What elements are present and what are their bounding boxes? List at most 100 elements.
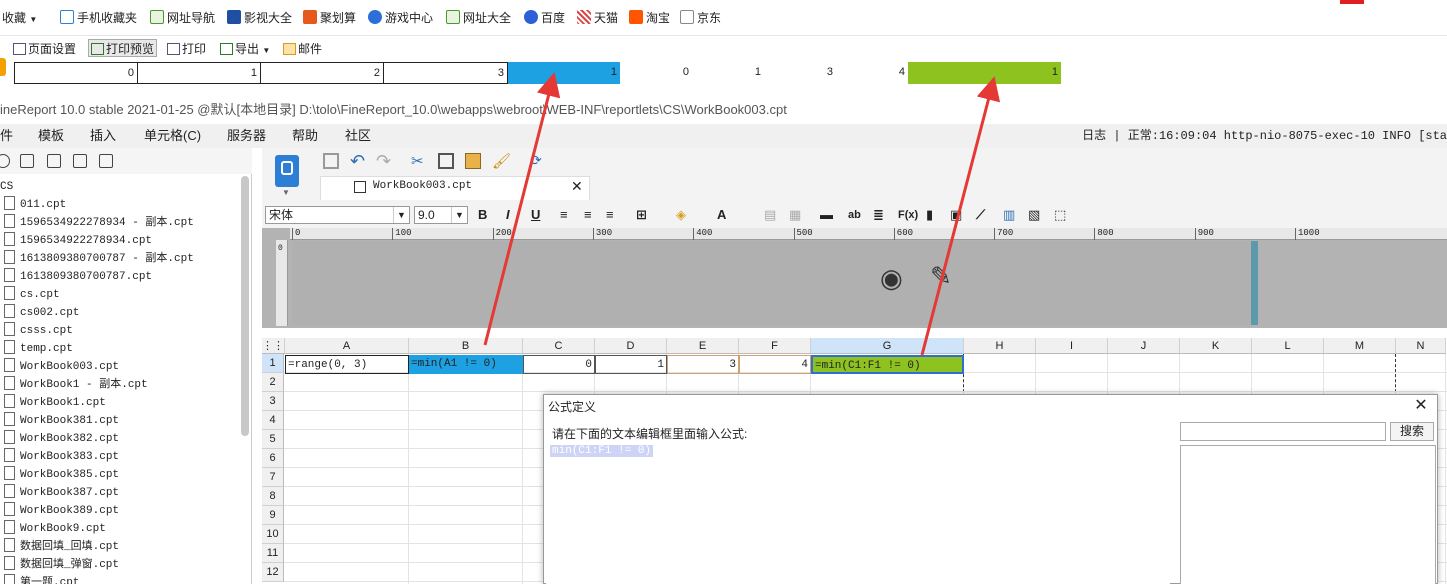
underline-icon[interactable]: U	[531, 207, 540, 223]
column-header[interactable]: E	[667, 338, 739, 354]
file-item[interactable]: 1596534922278934.cpt	[4, 232, 152, 250]
file-item[interactable]: cs.cpt	[4, 286, 60, 304]
cell-E1[interactable]: 3	[667, 355, 739, 374]
menu-template[interactable]: 模板	[38, 124, 64, 148]
cell-G1[interactable]: =min(C1:F1 != 0)	[811, 355, 964, 374]
mail-button[interactable]: 邮件	[283, 40, 322, 58]
menu-file[interactable]: 件	[0, 124, 13, 148]
paragraph-icon[interactable]: ≣	[873, 207, 884, 223]
search-button[interactable]: 搜索	[1390, 422, 1434, 441]
menu-community[interactable]: 社区	[345, 124, 371, 148]
close-icon[interactable]: ✕	[1411, 396, 1431, 416]
file-item[interactable]: WorkBook003.cpt	[4, 358, 119, 376]
file-item[interactable]: WorkBook1.cpt	[4, 394, 106, 412]
bookmark-jd[interactable]: 京东	[680, 9, 721, 27]
column-header[interactable]: C	[523, 338, 595, 354]
cut-icon[interactable]: ✂	[411, 152, 427, 170]
file-item[interactable]: WorkBook9.cpt	[4, 520, 106, 538]
font-family-select[interactable]: 宋体 ▼	[265, 206, 410, 224]
file-item[interactable]: temp.cpt	[4, 340, 73, 358]
bookmark-deal[interactable]: 聚划算	[303, 9, 356, 27]
refresh-icon[interactable]	[0, 154, 10, 168]
row-header[interactable]: 7	[262, 468, 284, 487]
column-header[interactable]: M	[1324, 338, 1396, 354]
row-header[interactable]: 10	[262, 525, 284, 544]
italic-icon[interactable]: I	[506, 207, 510, 223]
image-icon[interactable]: ▣	[950, 207, 962, 223]
formula-editor[interactable]: min(C1:F1 != 0)	[546, 443, 1170, 584]
bookmark-favorites[interactable]: 收藏 ▼	[2, 9, 37, 27]
select-all-corner[interactable]: ⋮⋮	[262, 338, 285, 354]
close-icon[interactable]: ✕	[571, 178, 583, 195]
cell-D1[interactable]: 1	[595, 355, 667, 374]
align-right-icon[interactable]: ≡	[606, 207, 614, 223]
file-item[interactable]: 数据回填_弹窗.cpt	[4, 556, 119, 574]
text-icon[interactable]: ab	[848, 207, 861, 223]
column-header[interactable]: B	[409, 338, 523, 354]
copy-icon[interactable]	[438, 153, 454, 169]
function-search-input[interactable]	[1180, 422, 1386, 441]
more-icon[interactable]: ⬚	[1054, 207, 1066, 223]
widget-icon[interactable]: ▧	[1028, 207, 1040, 223]
cell-B1[interactable]: =min(A1 != 0)	[409, 355, 523, 374]
file-item[interactable]: 1613809380700787 - 副本.cpt	[4, 250, 194, 268]
cell-C1[interactable]: 0	[523, 355, 595, 374]
file-item[interactable]: WorkBook389.cpt	[4, 502, 119, 520]
file-item[interactable]: 1596534922278934 - 副本.cpt	[4, 214, 194, 232]
bold-icon[interactable]: B	[478, 207, 487, 223]
file-item[interactable]: WorkBook385.cpt	[4, 466, 119, 484]
row-header[interactable]: 8	[262, 487, 284, 506]
insert-row-icon[interactable]: ▬	[820, 207, 833, 223]
bookmark-mobile[interactable]: 手机收藏夹	[60, 9, 137, 27]
menu-server[interactable]: 服务器	[227, 124, 266, 148]
column-header[interactable]: K	[1180, 338, 1252, 354]
file-item[interactable]: 数据回填_回填.cpt	[4, 538, 119, 556]
border-icon[interactable]: ⊞	[636, 207, 647, 223]
bookmark-sites[interactable]: 网址大全	[446, 9, 511, 27]
scrollbar[interactable]	[241, 176, 249, 436]
column-header[interactable]: L	[1252, 338, 1324, 354]
file-item[interactable]: csss.cpt	[4, 322, 73, 340]
row-header[interactable]: 3	[262, 392, 284, 411]
tree-root[interactable]: CS	[0, 178, 13, 196]
print-button[interactable]: 打印	[167, 40, 206, 58]
chart-icon[interactable]: ▮	[926, 207, 933, 223]
save-icon[interactable]	[323, 153, 339, 169]
file-item[interactable]: WorkBook381.cpt	[4, 412, 119, 430]
column-header[interactable]: I	[1036, 338, 1108, 354]
settings-icon[interactable]	[47, 154, 61, 168]
row-header[interactable]: 2	[262, 373, 284, 392]
bookmark-nav[interactable]: 网址导航	[150, 9, 215, 27]
bookmark-taobao[interactable]: 淘宝	[629, 9, 670, 27]
row-header[interactable]: 9	[262, 506, 284, 525]
file-item[interactable]: WorkBook1 - 副本.cpt	[4, 376, 148, 394]
file-icon[interactable]	[20, 154, 34, 168]
format-brush-icon[interactable]: 🖌	[492, 152, 511, 170]
column-header[interactable]: F	[739, 338, 811, 354]
copy-icon[interactable]	[99, 154, 113, 168]
redo-icon[interactable]: ↷	[376, 151, 392, 171]
dropdown-icon[interactable]: ▼	[282, 188, 290, 197]
font-color-icon[interactable]: A	[717, 207, 726, 223]
formula-icon[interactable]: F(x)	[898, 207, 918, 223]
cell-A1[interactable]: =range(0, 3)	[285, 355, 409, 374]
font-size-select[interactable]: 9.0 ▼	[414, 206, 468, 224]
bookmark-baidu[interactable]: 百度	[524, 9, 565, 27]
pencil-icon[interactable]: ✎	[930, 261, 952, 292]
row-header[interactable]: 6	[262, 449, 284, 468]
row-header[interactable]: 1	[262, 354, 284, 373]
align-center-icon[interactable]: ≡	[584, 207, 592, 223]
cell-F1[interactable]: 4	[739, 355, 811, 374]
file-item[interactable]: WorkBook382.cpt	[4, 430, 119, 448]
function-list[interactable]	[1180, 445, 1436, 584]
file-item[interactable]: 1613809380700787.cpt	[4, 268, 152, 286]
subreport-icon[interactable]: ▥	[1003, 207, 1015, 223]
fill-color-icon[interactable]: ◈	[676, 207, 686, 223]
eye-slash-icon[interactable]: ◉	[880, 263, 903, 294]
refresh-icon[interactable]: ⟳	[530, 152, 546, 168]
menu-help[interactable]: 帮助	[292, 124, 318, 148]
template-tab[interactable]: WorkBook003.cpt ✕	[320, 176, 590, 200]
row-header[interactable]: 5	[262, 430, 284, 449]
column-header[interactable]: H	[964, 338, 1036, 354]
row-header[interactable]: 12	[262, 563, 284, 582]
